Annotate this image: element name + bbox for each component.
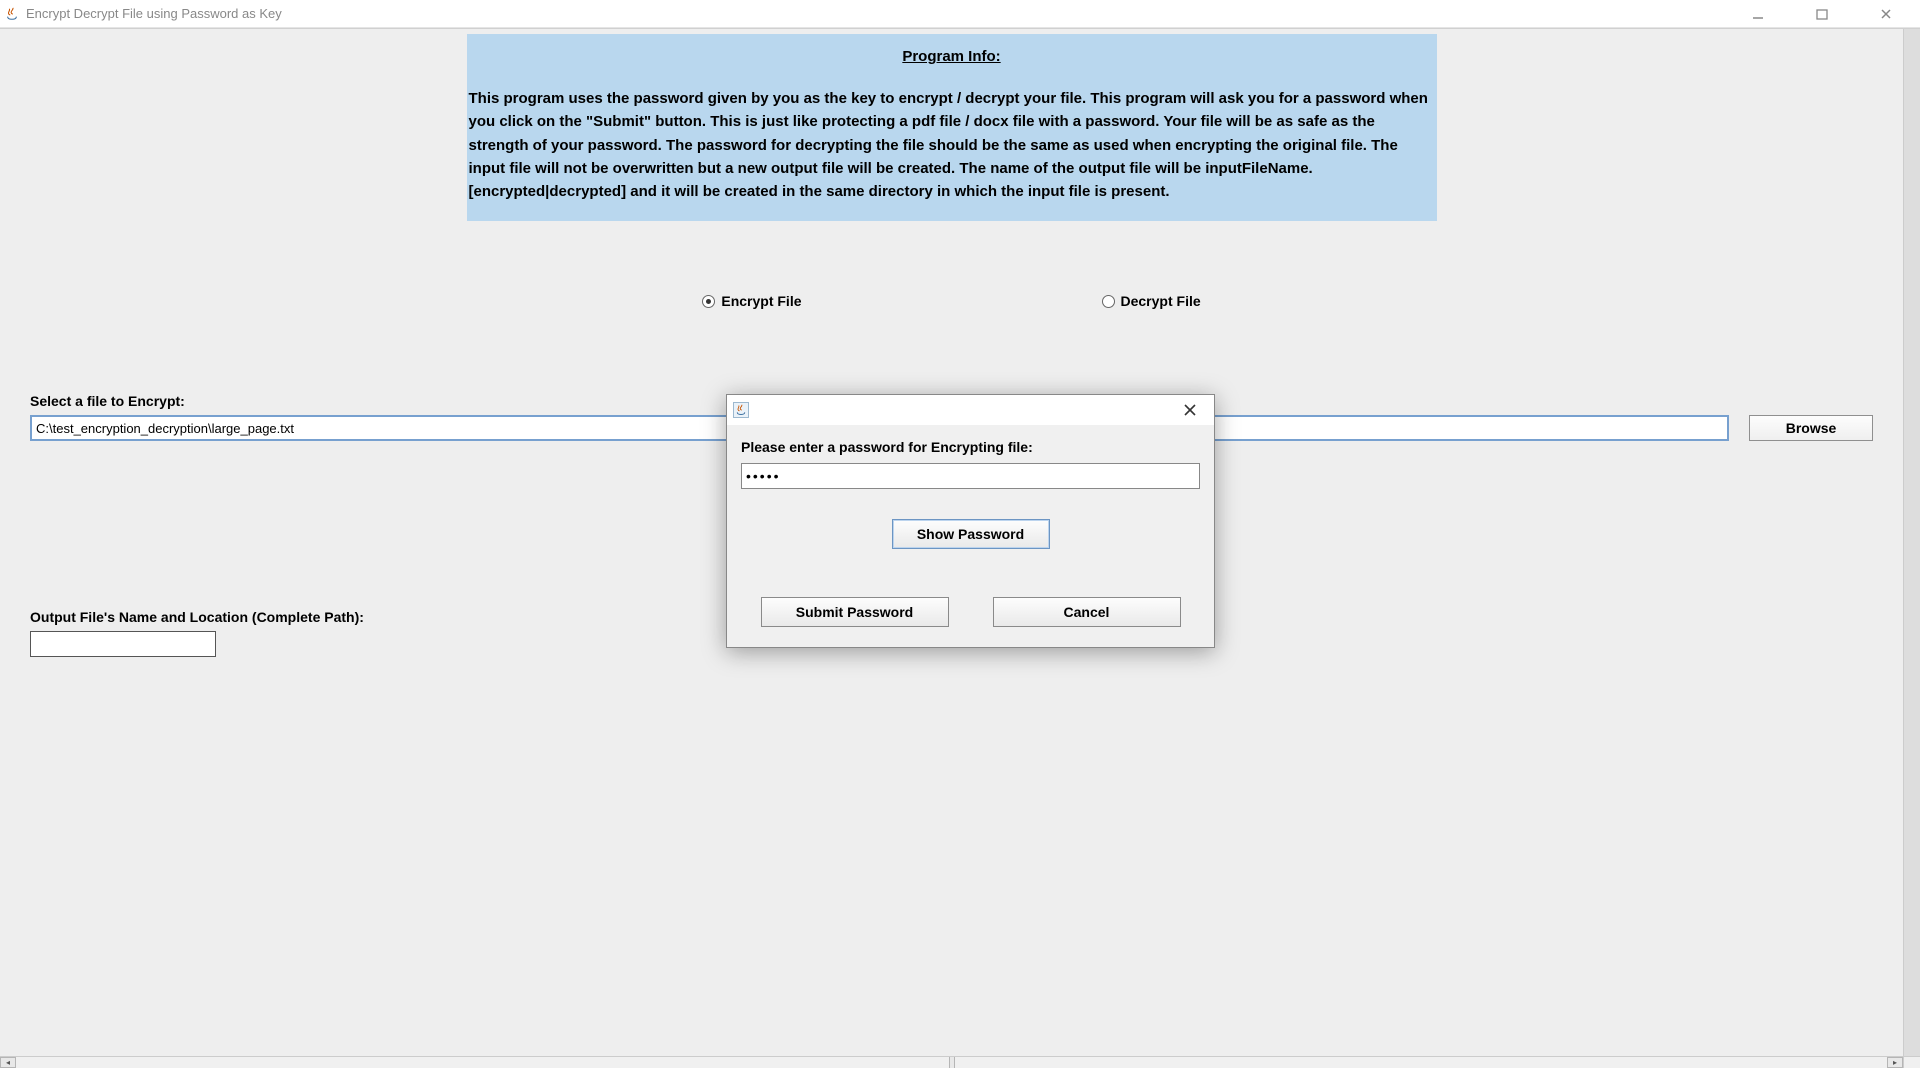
password-input[interactable]: [741, 463, 1200, 489]
window-title: Encrypt Decrypt File using Password as K…: [26, 6, 282, 21]
scrollbar-corner: [1903, 1056, 1920, 1068]
encrypt-radio-label: Encrypt File: [721, 293, 801, 309]
decrypt-radio-label: Decrypt File: [1121, 293, 1201, 309]
output-file-field[interactable]: [30, 631, 216, 657]
submit-password-button[interactable]: Submit Password: [761, 597, 949, 627]
dialog-titlebar: [727, 395, 1214, 425]
browse-button[interactable]: Browse: [1749, 415, 1873, 441]
cancel-button[interactable]: Cancel: [993, 597, 1181, 627]
minimize-button[interactable]: [1738, 3, 1778, 25]
show-password-button[interactable]: Show Password: [892, 519, 1050, 549]
radio-icon: [702, 295, 715, 308]
encrypt-file-radio[interactable]: Encrypt File: [702, 293, 801, 309]
password-prompt-label: Please enter a password for Encrypting f…: [741, 439, 1200, 455]
java-app-icon: [733, 402, 749, 418]
decrypt-file-radio[interactable]: Decrypt File: [1102, 293, 1201, 309]
dialog-close-button[interactable]: [1172, 399, 1208, 421]
scroll-left-arrow-icon[interactable]: ◂: [0, 1057, 16, 1068]
vertical-scrollbar[interactable]: [1903, 29, 1920, 1056]
window-titlebar: Encrypt Decrypt File using Password as K…: [0, 0, 1920, 28]
java-app-icon: [4, 6, 20, 22]
horizontal-scrollbar[interactable]: ◂ ▸: [0, 1056, 1903, 1068]
program-info-heading: Program Info:: [467, 48, 1437, 65]
password-dialog: Please enter a password for Encrypting f…: [726, 394, 1215, 648]
maximize-button[interactable]: [1802, 3, 1842, 25]
program-info-text: This program uses the password given by …: [467, 87, 1437, 203]
mode-radio-group: Encrypt File Decrypt File: [0, 293, 1903, 309]
program-info-panel: Program Info: This program uses the pass…: [467, 34, 1437, 221]
radio-icon: [1102, 295, 1115, 308]
scroll-right-arrow-icon[interactable]: ▸: [1887, 1057, 1903, 1068]
close-button[interactable]: [1866, 3, 1906, 25]
